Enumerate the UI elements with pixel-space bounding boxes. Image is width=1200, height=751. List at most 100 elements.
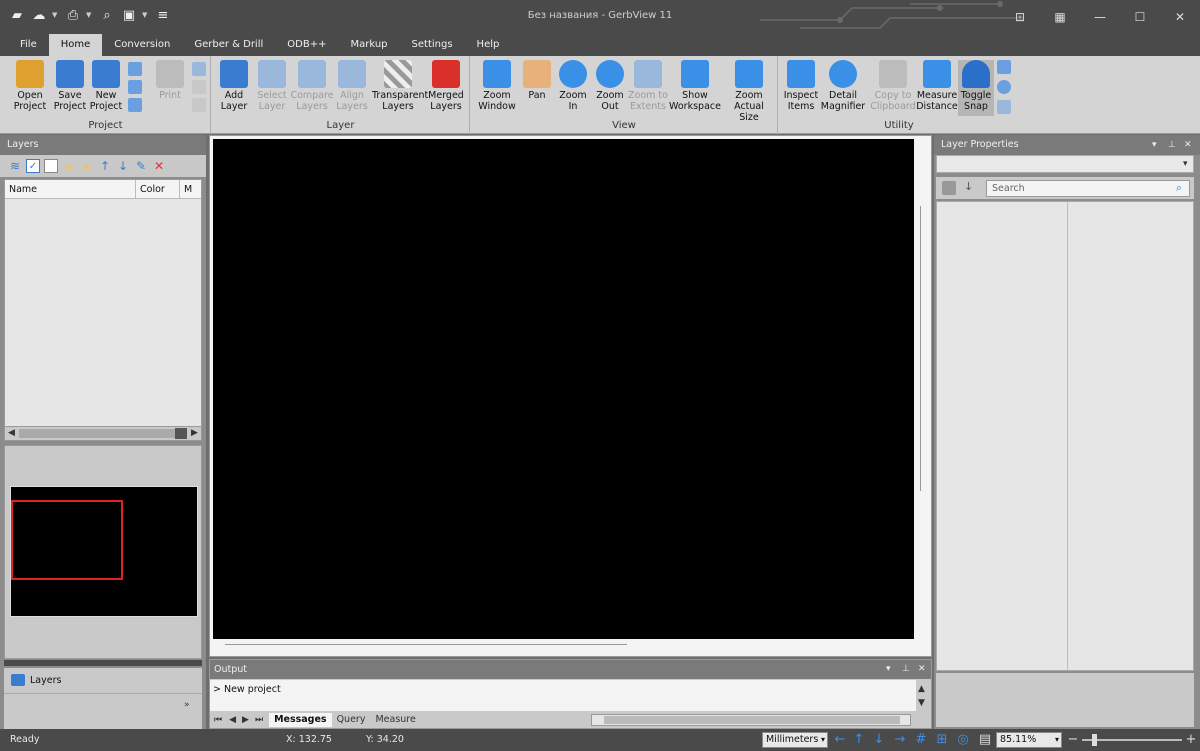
tab-measure[interactable]: Measure — [370, 713, 420, 727]
navigator-viewport-rect[interactable] — [11, 500, 123, 580]
arrow-down-icon[interactable]: ↓ — [872, 733, 886, 747]
prev-tab-icon[interactable]: ◀ — [226, 715, 239, 725]
tab-file[interactable]: File — [8, 34, 49, 56]
tab-odb[interactable]: ODB++ — [275, 34, 338, 56]
pin-icon[interactable]: ⊡ — [1000, 0, 1040, 34]
output-hscrollbar[interactable] — [590, 714, 911, 726]
zoom-select[interactable]: 85.11% ▾ — [996, 732, 1062, 748]
layers-tab[interactable]: Layers — [4, 668, 202, 693]
close-icon[interactable]: ✕ — [1184, 140, 1192, 150]
transparent-layers-button[interactable]: Transparent Layers — [372, 60, 428, 112]
object-selector[interactable]: ▾ — [936, 155, 1194, 173]
copy-to-clipboard-button[interactable]: Copy to Clipboard — [869, 60, 917, 112]
detail-magnifier-button[interactable]: Detail Magnifier — [819, 60, 867, 112]
zoom-window-button[interactable]: Zoom Window — [475, 60, 519, 112]
clock-icon[interactable] — [997, 80, 1011, 94]
horizontal-scrollbar[interactable] — [225, 644, 627, 645]
grid-splitter[interactable] — [1067, 202, 1068, 670]
scroll-down-icon[interactable]: ▼ — [918, 698, 925, 708]
move-up-icon[interactable]: ↑ — [98, 159, 112, 173]
preview-icon[interactable] — [192, 80, 206, 94]
export-icon[interactable] — [192, 98, 206, 112]
first-tab-icon[interactable]: ⏮ — [210, 715, 226, 725]
compare-layers-button[interactable]: Compare Layers — [290, 60, 334, 112]
tab-home[interactable]: Home — [48, 34, 103, 56]
notes-icon[interactable] — [128, 98, 142, 112]
print-button[interactable]: Print — [148, 60, 192, 101]
zoom-slider[interactable] — [1082, 734, 1182, 746]
folder-icon[interactable]: ▰ — [80, 159, 94, 173]
merge-icon[interactable] — [128, 80, 142, 94]
zoom-actual-size-button[interactable]: Zoom Actual Size — [723, 60, 775, 123]
check-all-icon[interactable]: ✓ — [26, 159, 40, 173]
scroll-thumb[interactable] — [19, 429, 175, 438]
select-layer-button[interactable]: Select Layer — [250, 60, 294, 112]
inspect-items-button[interactable]: Inspect Items — [779, 60, 823, 112]
tab-gerber-drill[interactable]: Gerber & Drill — [182, 34, 275, 56]
search-icon[interactable]: ⌕ — [1176, 181, 1182, 195]
last-tab-icon[interactable]: ⏭ — [252, 715, 269, 725]
column-color[interactable]: Color — [136, 180, 180, 198]
measure-distance-button[interactable]: Measure Distance — [915, 60, 959, 112]
close-icon[interactable]: ✕ — [918, 664, 926, 674]
minimize-button[interactable]: — — [1080, 0, 1120, 34]
select-region-icon[interactable] — [192, 62, 206, 76]
scroll-up-icon[interactable]: ▲ — [918, 684, 925, 694]
show-workspace-button[interactable]: Show Workspace — [669, 60, 721, 112]
add-layer-icon[interactable]: ≋ — [8, 159, 22, 173]
column-name[interactable]: Name — [5, 180, 136, 198]
open-project-button[interactable]: Open Project — [8, 60, 52, 112]
tab-conversion[interactable]: Conversion — [102, 34, 182, 56]
snap-grid-icon[interactable]: ⊞ — [935, 733, 949, 747]
new-project-button[interactable]: New Project — [84, 60, 128, 112]
navigator-preview[interactable] — [10, 486, 198, 617]
pin-icon[interactable]: ⊥ — [902, 664, 910, 674]
vertical-scrollbar[interactable] — [920, 206, 921, 491]
expand-icon[interactable]: » — [184, 700, 190, 710]
properties-search-input[interactable]: Search — [986, 180, 1190, 197]
maximize-button[interactable]: ☐ — [1120, 0, 1160, 34]
arrow-right-icon[interactable]: → — [893, 733, 907, 747]
uncheck-all-icon[interactable] — [44, 159, 58, 173]
grid-snap-icon[interactable] — [997, 60, 1011, 74]
ribbon-display-icon[interactable]: ▦ — [1040, 0, 1080, 34]
units-select[interactable]: Millimeters ▾ — [762, 732, 828, 748]
arrow-left-icon[interactable]: ← — [833, 733, 847, 747]
zoom-in-icon[interactable]: + — [1184, 733, 1198, 747]
align-layers-button[interactable]: Align Layers — [330, 60, 374, 112]
layers-hscrollbar[interactable]: ◀ ▶ — [4, 426, 202, 441]
splitter-grip[interactable] — [4, 660, 202, 666]
pin-icon[interactable]: ⊥ — [1168, 140, 1176, 150]
zoom-out-icon[interactable]: − — [1066, 733, 1080, 747]
sort-alpha-icon[interactable]: ↓ — [964, 180, 973, 193]
layer-list-icon[interactable] — [128, 62, 142, 76]
dropdown-icon[interactable]: ▾ — [886, 664, 891, 674]
scroll-thumb[interactable] — [603, 716, 900, 724]
toggle-snap-button[interactable]: Toggle Snap — [958, 60, 994, 116]
scroll-left-icon[interactable]: ◀ — [8, 428, 15, 438]
move-down-icon[interactable]: ↓ — [116, 159, 130, 173]
page-icon[interactable]: ▤ — [978, 733, 992, 747]
tab-settings[interactable]: Settings — [400, 34, 465, 56]
chevron-down-icon[interactable]: ▾ — [1183, 159, 1188, 169]
target-icon[interactable]: ◎ — [956, 733, 970, 747]
close-button[interactable]: ✕ — [1160, 0, 1200, 34]
scroll-right-icon[interactable]: ▶ — [191, 428, 198, 438]
tab-query[interactable]: Query — [332, 713, 371, 727]
drawing-canvas[interactable] — [213, 139, 914, 639]
delete-icon[interactable]: ✕ — [152, 159, 166, 173]
tab-help[interactable]: Help — [465, 34, 512, 56]
tab-messages[interactable]: Messages — [269, 713, 332, 727]
line-icon[interactable] — [997, 100, 1011, 114]
grid-icon[interactable]: # — [914, 733, 928, 747]
zoom-extents-button[interactable]: Zoom to Extents — [626, 60, 670, 112]
tab-markup[interactable]: Markup — [338, 34, 399, 56]
wrench-icon[interactable]: ✎ — [134, 159, 148, 173]
categorized-icon[interactable] — [942, 181, 956, 195]
arrow-up-icon[interactable]: ↑ — [852, 733, 866, 747]
merged-layers-button[interactable]: Merged Layers — [424, 60, 468, 112]
dropdown-icon[interactable]: ▾ — [1152, 140, 1157, 150]
folder-open-icon[interactable]: ▰ — [62, 159, 76, 173]
zoom-slider-thumb[interactable] — [1092, 734, 1097, 746]
column-m[interactable]: M — [180, 180, 201, 198]
